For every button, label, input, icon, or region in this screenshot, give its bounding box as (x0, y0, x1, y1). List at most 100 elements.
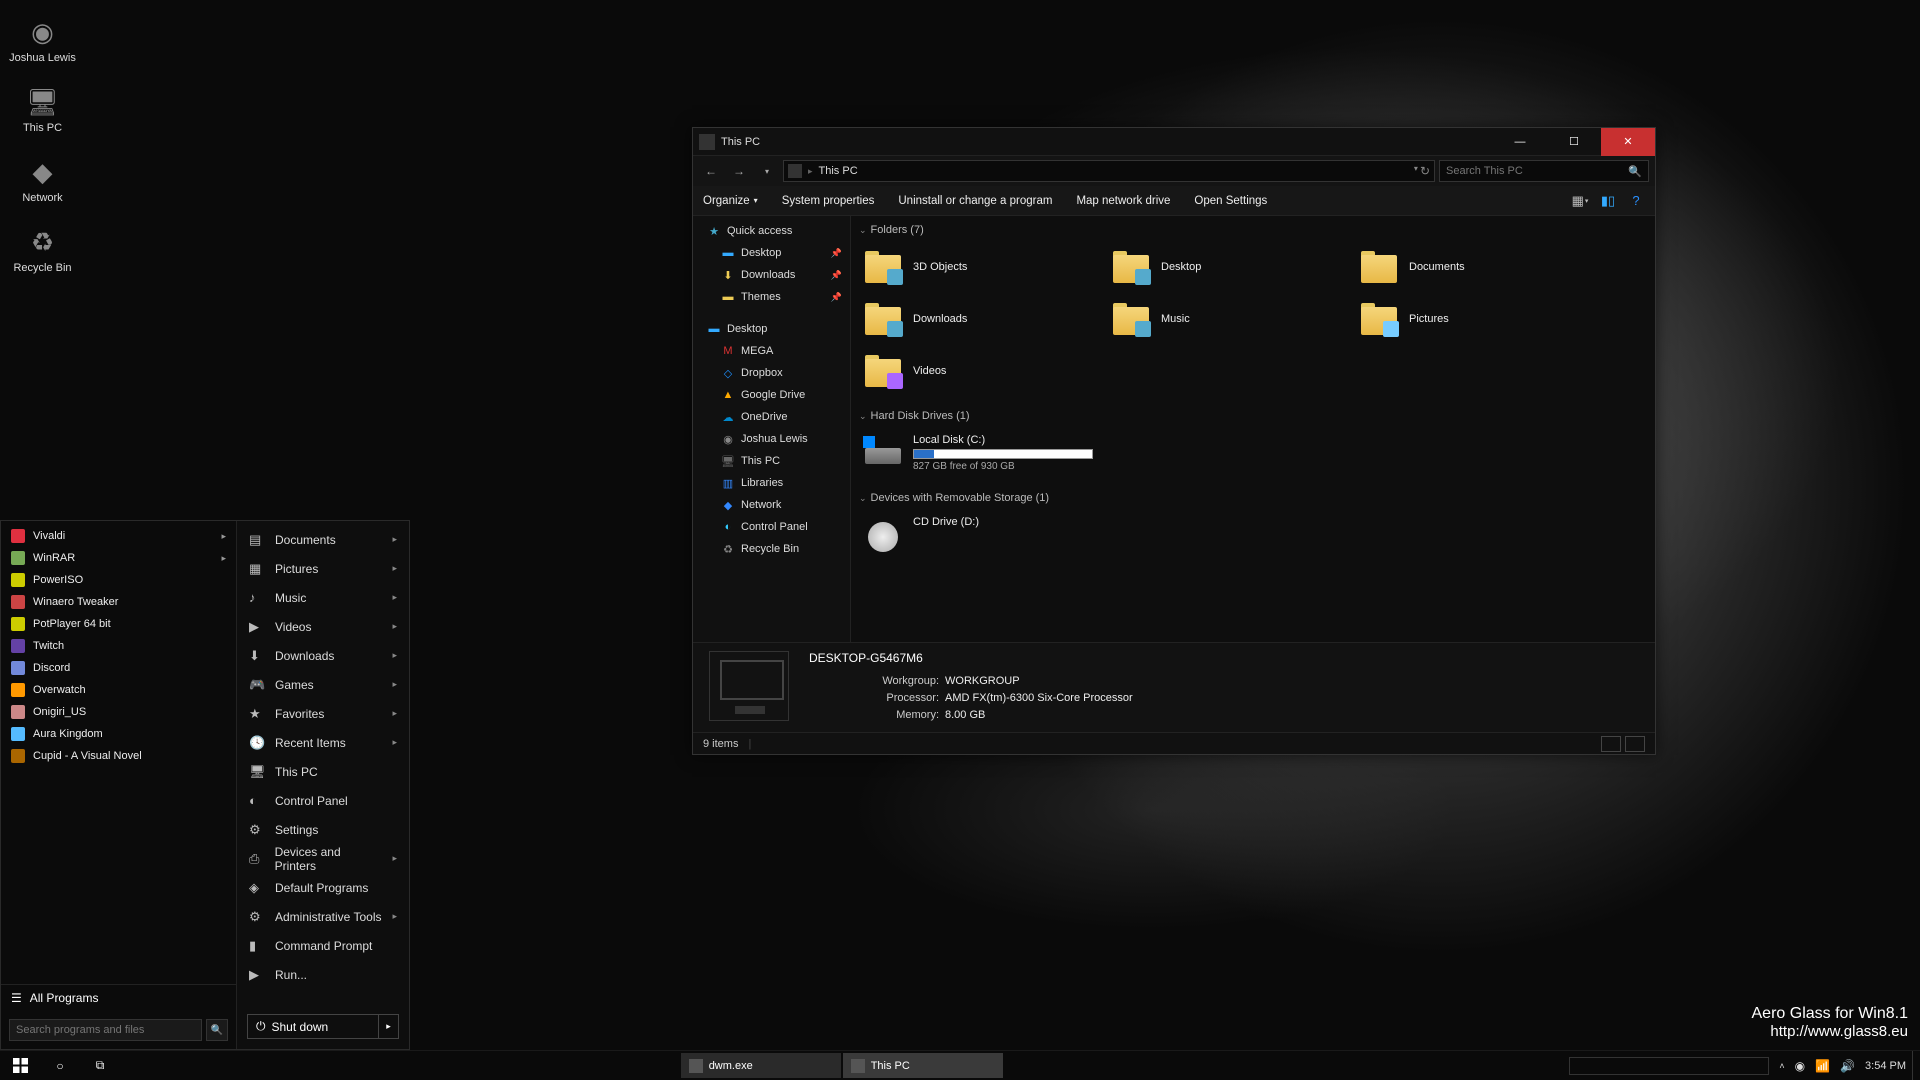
pinned-item[interactable]: Overwatch (1, 679, 236, 701)
desktop-icon-this-pc[interactable]: 🖥This PC (5, 75, 80, 145)
system-properties-button[interactable]: System properties (782, 195, 875, 207)
start-item-favorites[interactable]: ★Favorites▸ (237, 699, 409, 728)
desktop-icon-recycle-bin[interactable]: ♻Recycle Bin (5, 215, 80, 285)
start-item-music[interactable]: ♪Music▸ (237, 583, 409, 612)
sidebar-item-downloads[interactable]: ⬇Downloads📌 (693, 264, 850, 286)
sidebar-item-network[interactable]: ◆Network (693, 494, 850, 516)
pinned-item[interactable]: WinRAR▸ (1, 547, 236, 569)
task-view-button[interactable]: ⧉ (80, 1051, 120, 1080)
start-item-games[interactable]: 🎮Games▸ (237, 670, 409, 699)
sidebar-item-this-pc[interactable]: 🖥This PC (693, 450, 850, 472)
folder-3d-objects[interactable]: 3D Objects (859, 244, 1099, 290)
help-button[interactable]: ? (1627, 192, 1645, 210)
pinned-item[interactable]: Cupid - A Visual Novel (1, 745, 236, 767)
folder-documents[interactable]: Documents (1355, 244, 1595, 290)
taskbar-task[interactable]: dwm.exe (681, 1053, 841, 1078)
sidebar-item-mega[interactable]: MMEGA (693, 340, 850, 362)
show-desktop-button[interactable] (1912, 1051, 1920, 1080)
start-item-command-prompt[interactable]: ▮Command Prompt (237, 931, 409, 960)
start-search-input[interactable] (9, 1019, 202, 1041)
volume-tray-icon[interactable]: 🔊 (1840, 1059, 1855, 1073)
folders-group-header[interactable]: ⌄Folders (7) (859, 220, 1647, 240)
folder-pictures[interactable]: Pictures (1355, 296, 1595, 342)
pinned-item[interactable]: Winaero Tweaker (1, 591, 236, 613)
sidebar-item-desktop[interactable]: ▬Desktop (693, 318, 850, 340)
view-options-button[interactable]: ▦▾ (1571, 192, 1589, 210)
start-item-recent-items[interactable]: 🕓Recent Items▸ (237, 728, 409, 757)
start-item-this-pc[interactable]: 🖥This PC (237, 757, 409, 786)
start-item-run-[interactable]: ▶Run... (237, 960, 409, 989)
titlebar[interactable]: This PC — ☐ ✕ (693, 128, 1655, 156)
address-bar[interactable]: ▸ This PC ▾ ↻ (783, 160, 1435, 182)
network-tray-icon[interactable]: 📶 (1815, 1059, 1830, 1073)
cd-drive[interactable]: CD Drive (D:) (859, 512, 1099, 556)
sidebar-item-recycle-bin[interactable]: ♻Recycle Bin (693, 538, 850, 560)
search-icon[interactable]: 🔍 (206, 1019, 228, 1041)
clock[interactable]: 3:54 PM (1865, 1060, 1906, 1072)
chevron-down-icon[interactable]: ▾ (1414, 164, 1418, 178)
folder-icon: ▬ (721, 290, 735, 304)
folder-desktop[interactable]: Desktop (1107, 244, 1347, 290)
start-item-downloads[interactable]: ⬇Downloads▸ (237, 641, 409, 670)
drives-group-header[interactable]: ⌄Hard Disk Drives (1) (859, 406, 1647, 426)
start-item-devices-and-printers[interactable]: ⎙Devices and Printers▸ (237, 844, 409, 873)
recent-locations-button[interactable]: ▾ (755, 159, 779, 183)
start-item-documents[interactable]: ▤Documents▸ (237, 525, 409, 554)
pinned-item[interactable]: PowerISO (1, 569, 236, 591)
refresh-icon[interactable]: ↻ (1420, 164, 1430, 178)
uninstall-button[interactable]: Uninstall or change a program (898, 195, 1052, 207)
drive-local-c[interactable]: Local Disk (C:) 827 GB free of 930 GB (859, 430, 1099, 476)
sidebar-item-quick-access[interactable]: ★Quick access (693, 220, 850, 242)
sidebar-item-libraries[interactable]: ▥Libraries (693, 472, 850, 494)
preview-pane-button[interactable]: ▮▯ (1599, 192, 1617, 210)
discord-tray-icon[interactable]: ◉ (1795, 1059, 1805, 1073)
start-item-control-panel[interactable]: ◐Control Panel (237, 786, 409, 815)
pinned-item[interactable]: Discord (1, 657, 236, 679)
sidebar-item-themes[interactable]: ▬Themes📌 (693, 286, 850, 308)
removable-group-header[interactable]: ⌄Devices with Removable Storage (1) (859, 488, 1647, 508)
maximize-button[interactable]: ☐ (1547, 128, 1601, 156)
tray-chevron-icon[interactable]: ˄ (1779, 1061, 1784, 1071)
start-menu: Vivaldi▸WinRAR▸PowerISOWinaero TweakerPo… (0, 520, 410, 1050)
folder-downloads[interactable]: Downloads (859, 296, 1099, 342)
close-button[interactable]: ✕ (1601, 128, 1655, 156)
pinned-item[interactable]: Onigiri_US (1, 701, 236, 723)
pinned-item[interactable]: Twitch (1, 635, 236, 657)
language-bar[interactable] (1569, 1057, 1769, 1075)
back-button[interactable]: ← (699, 159, 723, 183)
start-item-pictures[interactable]: ▦Pictures▸ (237, 554, 409, 583)
view-icons-button[interactable] (1625, 736, 1645, 752)
pinned-item[interactable]: Vivaldi▸ (1, 525, 236, 547)
desktop-icon-network[interactable]: ◆Network (5, 145, 80, 215)
start-item-default-programs[interactable]: ◈Default Programs (237, 873, 409, 902)
sidebar-item-control-panel[interactable]: ◐Control Panel (693, 516, 850, 538)
search-icon[interactable]: 🔍 (1628, 165, 1642, 178)
map-network-button[interactable]: Map network drive (1076, 195, 1170, 207)
sidebar-item-onedrive[interactable]: ☁OneDrive (693, 406, 850, 428)
folder-icon (863, 301, 903, 337)
open-settings-button[interactable]: Open Settings (1194, 195, 1267, 207)
pinned-item[interactable]: PotPlayer 64 bit (1, 613, 236, 635)
pinned-item[interactable]: Aura Kingdom (1, 723, 236, 745)
shutdown-main[interactable]: ⏻ Shut down (248, 1015, 378, 1038)
sidebar-item-joshua-lewis[interactable]: ◉Joshua Lewis (693, 428, 850, 450)
minimize-button[interactable]: — (1493, 128, 1547, 156)
sidebar-item-desktop[interactable]: ▬Desktop📌 (693, 242, 850, 264)
start-item-settings[interactable]: ⚙Settings (237, 815, 409, 844)
folder-videos[interactable]: Videos (859, 348, 1099, 394)
organize-button[interactable]: Organize ▾ (703, 195, 758, 207)
shutdown-options-button[interactable]: ▸ (378, 1015, 398, 1038)
sidebar-item-google-drive[interactable]: ▲Google Drive (693, 384, 850, 406)
desktop-icon-joshua-lewis[interactable]: ◉Joshua Lewis (5, 5, 80, 75)
forward-button[interactable]: → (727, 159, 751, 183)
all-programs-button[interactable]: ☰ All Programs (1, 984, 236, 1011)
start-button[interactable] (0, 1051, 40, 1080)
taskbar-task[interactable]: This PC (843, 1053, 1003, 1078)
search-input[interactable] (1446, 165, 1628, 177)
cortana-button[interactable]: ○ (40, 1051, 80, 1080)
sidebar-item-dropbox[interactable]: ◇Dropbox (693, 362, 850, 384)
start-item-videos[interactable]: ▶Videos▸ (237, 612, 409, 641)
view-details-button[interactable] (1601, 736, 1621, 752)
folder-music[interactable]: Music (1107, 296, 1347, 342)
start-item-administrative-tools[interactable]: ⚙Administrative Tools▸ (237, 902, 409, 931)
